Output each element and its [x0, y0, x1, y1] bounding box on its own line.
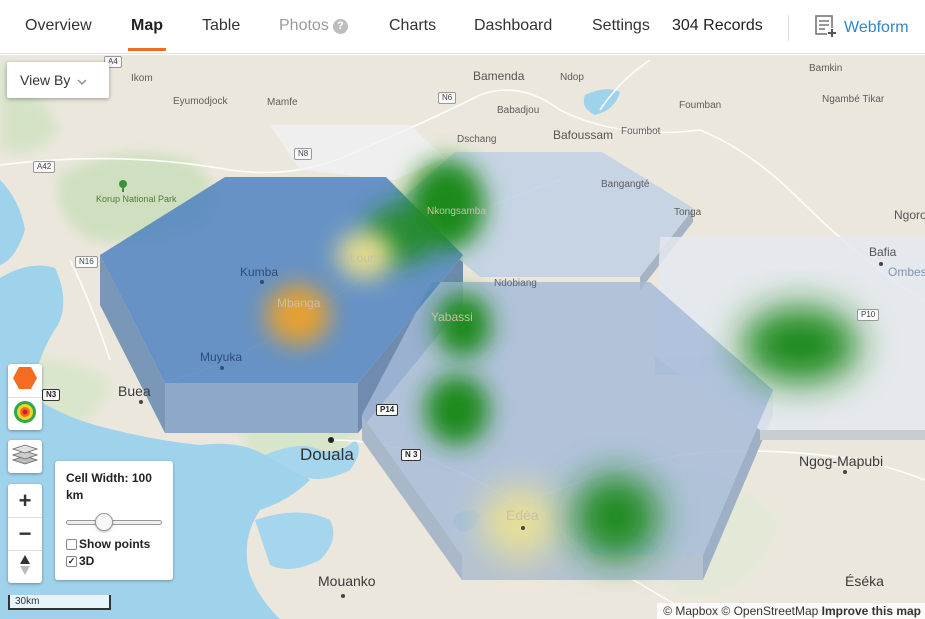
place-label: Tonga — [674, 207, 702, 218]
place-label: Yabassi — [431, 310, 473, 324]
road-shield: P10 — [857, 309, 880, 321]
place-label: Buea — [118, 383, 151, 399]
place-label: Loum — [350, 251, 381, 265]
park-label: Korup National Park — [96, 194, 177, 204]
scale-bar: 30km — [8, 595, 111, 610]
reset-north-button[interactable] — [8, 550, 42, 583]
place-label: Ndop — [560, 72, 584, 83]
hexagon-layer-button[interactable] — [8, 364, 42, 397]
place-label: Mouanko — [318, 573, 376, 589]
webform-label: Webform — [844, 19, 909, 36]
webform-link[interactable]: Webform — [814, 14, 909, 43]
zoom-control: + − — [8, 484, 42, 583]
compass-icon — [19, 554, 31, 581]
tab-table[interactable]: Table — [202, 17, 240, 35]
view-by-label: View By — [20, 72, 71, 88]
layers-icon — [11, 442, 39, 471]
hexagon-layer-icon — [12, 366, 38, 395]
place-label: Mamfe — [267, 97, 298, 108]
view-by-dropdown[interactable]: View By — [7, 62, 109, 98]
zoom-in-button[interactable]: + — [8, 484, 42, 517]
place-label: Kumba — [240, 265, 279, 279]
tab-photos[interactable]: Photos? — [279, 17, 348, 35]
place-label: Muyuka — [200, 350, 243, 364]
place-label: Foumban — [679, 100, 722, 111]
tab-dashboard[interactable]: Dashboard — [474, 17, 552, 35]
tab-charts[interactable]: Charts — [389, 17, 436, 35]
top-navigation: Overview Map Table Photos? Charts Dashbo… — [0, 0, 925, 54]
3d-label: 3D — [79, 554, 95, 568]
place-label: Bafia — [869, 245, 897, 259]
plus-icon: + — [18, 487, 32, 513]
place-label: Bangangté — [601, 179, 650, 190]
place-label: Bamkin — [809, 63, 843, 74]
layers-control — [8, 440, 42, 473]
map-attribution: © Mapbox © OpenStreetMap Improve this ma… — [657, 603, 925, 619]
road-shield: A42 — [33, 161, 56, 173]
place-label: Ndobiang — [494, 278, 537, 289]
tab-overview[interactable]: Overview — [25, 17, 92, 35]
place-label: Ngoro — [894, 208, 925, 222]
layer-type-group — [8, 364, 42, 430]
webform-icon — [814, 14, 838, 43]
tab-photos-label: Photos — [279, 17, 329, 34]
checkbox-icon — [66, 538, 77, 550]
scale-label: 30km — [15, 596, 40, 607]
cell-width-panel: Cell Width: 100 km Show points ✓ 3D — [55, 461, 173, 580]
show-points-checkbox[interactable]: Show points — [66, 538, 173, 550]
improve-map-link[interactable]: Improve this map — [822, 604, 921, 618]
place-label: Ngog-Mapubi — [799, 453, 884, 469]
help-icon[interactable]: ? — [332, 19, 348, 34]
road-shield: N3 — [42, 389, 61, 401]
3d-checkbox[interactable]: ✓ 3D — [66, 555, 173, 567]
place-label: Douala — [300, 445, 354, 464]
zoom-out-button[interactable]: − — [8, 517, 42, 550]
road-shield: N16 — [75, 256, 98, 268]
place-label: Ngambé Tikar — [822, 94, 885, 105]
record-count: 304 Records — [672, 17, 763, 34]
road-shield: N6 — [438, 92, 457, 104]
road-shield: N8 — [294, 148, 313, 160]
nav-divider — [788, 15, 789, 41]
place-label: Ikom — [131, 73, 153, 84]
show-points-label: Show points — [79, 537, 151, 551]
place-label: Éséka — [845, 573, 884, 589]
road-shield: P14 — [376, 404, 399, 416]
place-label: Bamenda — [473, 69, 525, 83]
cell-width-label: Cell Width: 100 km — [66, 471, 152, 502]
mapbox-attribution[interactable]: © Mapbox — [663, 604, 718, 618]
place-label: Ombessa — [888, 265, 925, 279]
place-label: Edéa — [506, 507, 539, 523]
place-label: Foumbot — [621, 126, 661, 137]
place-label: Nkongsamba — [427, 206, 486, 217]
tab-map[interactable]: Map — [128, 17, 166, 51]
checkbox-checked-icon: ✓ — [66, 555, 77, 567]
place-label: Bafoussam — [553, 128, 614, 142]
chevron-down-icon — [77, 72, 87, 88]
heatmap-layer-icon — [13, 400, 37, 429]
slider-handle[interactable] — [95, 513, 113, 531]
tab-settings[interactable]: Settings — [592, 17, 650, 35]
place-label: Babadjou — [497, 105, 540, 116]
heatmap-layer-button[interactable] — [8, 397, 42, 430]
place-label: Mbanga — [277, 296, 321, 310]
slider-track — [66, 520, 162, 525]
cell-width-slider[interactable] — [66, 511, 162, 533]
minus-icon: − — [18, 521, 32, 546]
osm-attribution[interactable]: © OpenStreetMap — [721, 604, 818, 618]
layers-button[interactable] — [8, 440, 42, 473]
place-label: Eyumodjock — [173, 96, 228, 107]
road-shield: N 3 — [401, 449, 422, 461]
place-label: Dschang — [457, 134, 497, 145]
